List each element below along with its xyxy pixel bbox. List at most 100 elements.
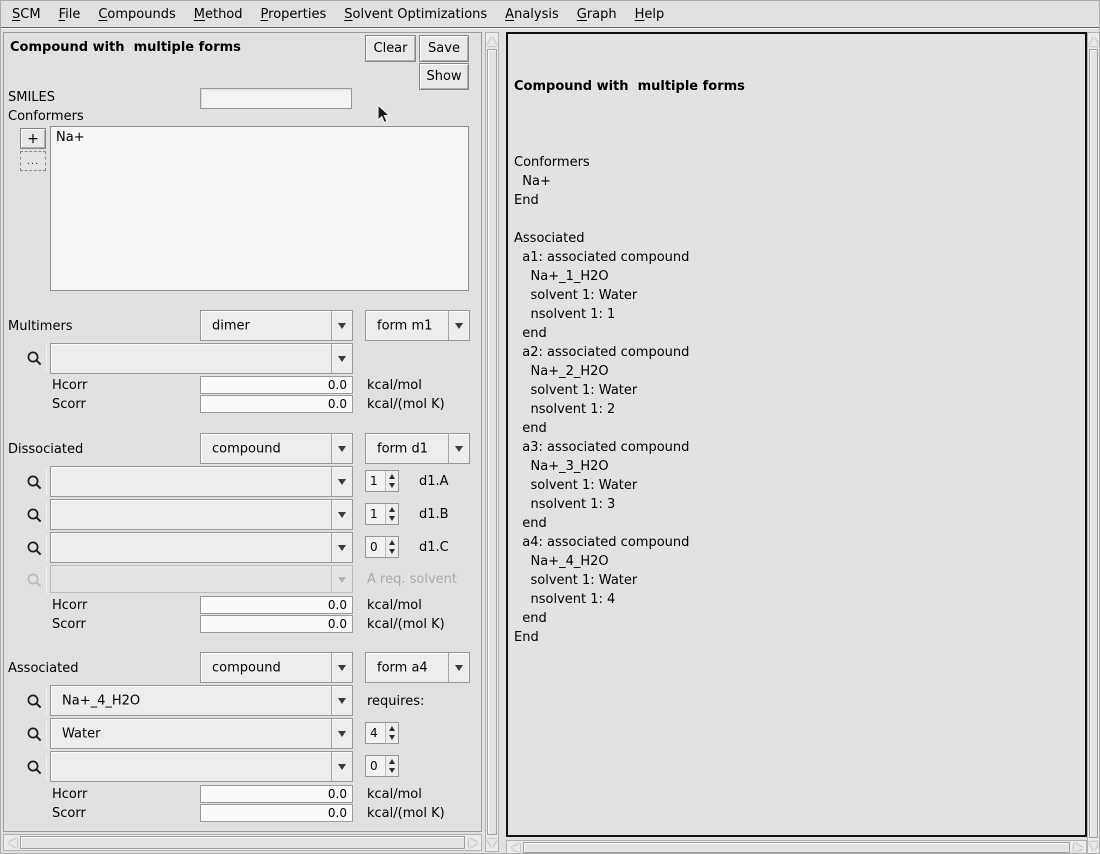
search-icon[interactable]	[22, 754, 47, 781]
multimer-type-select[interactable]: dimer	[200, 310, 353, 341]
dissociated-compound-select-c[interactable]	[50, 532, 353, 563]
compound-form-panel: Compound with multiple forms Clear Save …	[3, 32, 482, 832]
spinner-down-icon[interactable]	[389, 735, 395, 740]
output-line: end	[514, 514, 1081, 533]
hcorr-field[interactable]: 0.0	[200, 785, 353, 803]
search-icon[interactable]	[22, 688, 47, 715]
scroll-right-icon[interactable]	[465, 835, 481, 850]
menu-item-file[interactable]: File	[50, 3, 90, 26]
spinner-up-icon[interactable]	[389, 474, 395, 479]
scroll-left-icon[interactable]	[4, 835, 20, 850]
scorr-field[interactable]: 0.0	[200, 615, 353, 633]
left-vertical-scrollbar[interactable]	[485, 32, 499, 852]
hcorr-label: Hcorr	[52, 598, 87, 613]
output-line: solvent 1: Water	[514, 286, 1081, 305]
search-icon[interactable]	[22, 345, 47, 372]
search-icon[interactable]	[22, 535, 47, 562]
scorr-unit: kcal/(mol K)	[367, 617, 445, 632]
hcorr-field[interactable]: 0.0	[200, 376, 353, 394]
count-stepper-d1c[interactable]: 0	[365, 536, 399, 558]
multimer-compound-select[interactable]	[50, 343, 353, 374]
scroll-right-icon[interactable]	[1070, 841, 1086, 854]
scroll-down-icon[interactable]	[486, 835, 498, 851]
save-button[interactable]: Save	[419, 35, 469, 62]
output-line: Na+_1_H2O	[514, 267, 1081, 286]
count-stepper-d1a[interactable]: 1	[365, 470, 399, 492]
scrollbar-thumb[interactable]	[20, 836, 465, 849]
associated-solvent1-select[interactable]: Water	[50, 718, 353, 749]
menu-item-graph[interactable]: Graph	[568, 3, 626, 26]
menu-item-scm[interactable]: SCM	[3, 3, 50, 26]
more-conformer-button[interactable]: ...	[20, 151, 46, 171]
associated-solvent2-select[interactable]	[50, 751, 353, 782]
output-line: Conformers	[514, 153, 1081, 172]
right-vertical-scrollbar[interactable]	[1087, 32, 1100, 854]
d1c-tag-label: d1.C	[419, 540, 449, 555]
hcorr-field[interactable]: 0.0	[200, 596, 353, 614]
scrollbar-thumb[interactable]	[523, 842, 1070, 853]
spinner-down-icon[interactable]	[389, 549, 395, 554]
dissociated-compound-select-b[interactable]	[50, 499, 353, 530]
add-conformer-button[interactable]: +	[20, 128, 46, 149]
scorr-field[interactable]: 0.0	[200, 395, 353, 413]
chevron-down-icon	[331, 344, 352, 373]
compound-output-view: Compound with multiple forms Conformers …	[506, 32, 1087, 837]
dissociated-form-select[interactable]: form d1	[365, 433, 470, 464]
spinner-down-icon[interactable]	[389, 483, 395, 488]
count-stepper-d1b[interactable]: 1	[365, 503, 399, 525]
spinner-up-icon[interactable]	[389, 726, 395, 731]
dissociated-type-select[interactable]: compound	[200, 433, 353, 464]
nsolvent2-stepper[interactable]: 0	[365, 755, 399, 777]
search-icon[interactable]	[22, 721, 47, 748]
spinner-down-icon[interactable]	[389, 516, 395, 521]
scroll-up-icon[interactable]	[486, 33, 498, 49]
menu-item-help[interactable]: Help	[626, 3, 674, 26]
smiles-input[interactable]	[200, 88, 352, 109]
associated-form-select[interactable]: form a4	[365, 652, 470, 683]
menubar: SCMFileCompoundsMethodPropertiesSolvent …	[1, 1, 1100, 28]
associated-compound-select[interactable]: Na+_4_H2O	[50, 685, 353, 716]
show-button[interactable]: Show	[419, 63, 469, 90]
menu-item-method[interactable]: Method	[185, 3, 252, 26]
multimer-form-select[interactable]: form m1	[365, 310, 470, 341]
output-title: Compound with multiple forms	[514, 77, 1081, 96]
spinner-down-icon[interactable]	[389, 768, 395, 773]
output-line: end	[514, 609, 1081, 628]
list-item[interactable]: Na+	[56, 129, 468, 146]
conformers-list[interactable]: Na+	[50, 126, 469, 291]
chevron-down-icon	[448, 311, 469, 340]
scroll-up-icon[interactable]	[1088, 33, 1099, 49]
output-line: nsolvent 1: 4	[514, 590, 1081, 609]
left-horizontal-scrollbar[interactable]	[3, 834, 482, 851]
menu-item-analysis[interactable]: Analysis	[496, 3, 568, 26]
dissociated-compound-select-a[interactable]	[50, 466, 353, 497]
search-icon[interactable]	[22, 502, 47, 529]
nsolvent1-stepper[interactable]: 4	[365, 722, 399, 744]
clear-button[interactable]: Clear	[365, 35, 416, 62]
chevron-down-icon	[331, 533, 352, 562]
menu-item-solvent-optimizations[interactable]: Solvent Optimizations	[335, 3, 496, 26]
output-line: End	[514, 191, 1081, 210]
scrollbar-thumb[interactable]	[487, 49, 497, 835]
scorr-label: Scorr	[52, 617, 86, 632]
output-line: solvent 1: Water	[514, 381, 1081, 400]
search-icon[interactable]	[22, 469, 47, 496]
right-horizontal-scrollbar[interactable]	[506, 840, 1087, 854]
scroll-down-icon[interactable]	[1088, 838, 1099, 854]
scroll-left-icon[interactable]	[507, 841, 523, 854]
d1b-tag-label: d1.B	[419, 507, 449, 522]
spinner-up-icon[interactable]	[389, 759, 395, 764]
menu-item-compounds[interactable]: Compounds	[89, 3, 184, 26]
conformers-label: Conformers	[8, 109, 84, 124]
scorr-label: Scorr	[52, 397, 86, 412]
scorr-unit: kcal/(mol K)	[367, 397, 445, 412]
chevron-down-icon	[331, 653, 352, 682]
smiles-label: SMILES	[8, 90, 55, 105]
chevron-down-icon	[331, 311, 352, 340]
associated-type-select[interactable]: compound	[200, 652, 353, 683]
spinner-up-icon[interactable]	[389, 507, 395, 512]
scorr-field[interactable]: 0.0	[200, 804, 353, 822]
scrollbar-thumb[interactable]	[1089, 49, 1098, 838]
spinner-up-icon[interactable]	[389, 540, 395, 545]
menu-item-properties[interactable]: Properties	[252, 3, 336, 26]
